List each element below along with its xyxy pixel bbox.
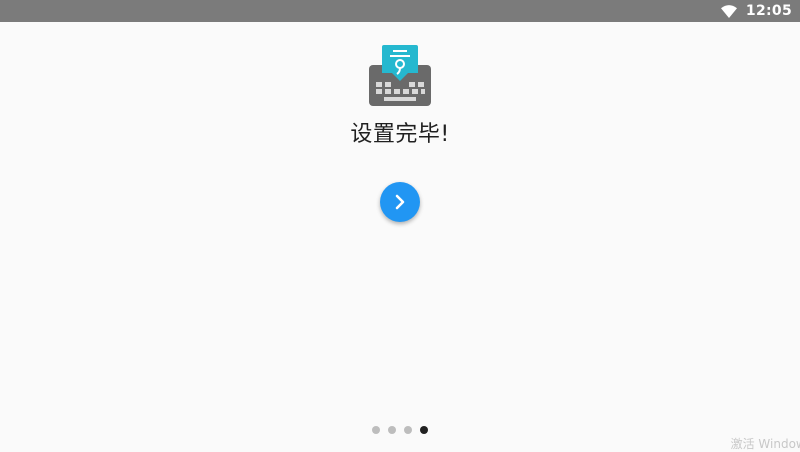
keyboard-logo-icon [369,45,431,106]
setup-complete-title: 设置完毕! [350,122,450,147]
status-time: 12:05 [745,3,792,19]
chevron-right-icon [395,194,405,210]
activate-windows-watermark: 激活 Windows [730,437,800,451]
page-dot-2 [388,426,396,434]
status-icons: 12:05 [720,0,792,22]
next-button[interactable] [380,182,420,222]
page-dot-1 [372,426,380,434]
wifi-icon [720,4,737,18]
page-dot-4-active [420,426,428,434]
status-bar: 12:05 [0,0,800,22]
page-indicator [372,426,428,434]
page-dot-3 [404,426,412,434]
